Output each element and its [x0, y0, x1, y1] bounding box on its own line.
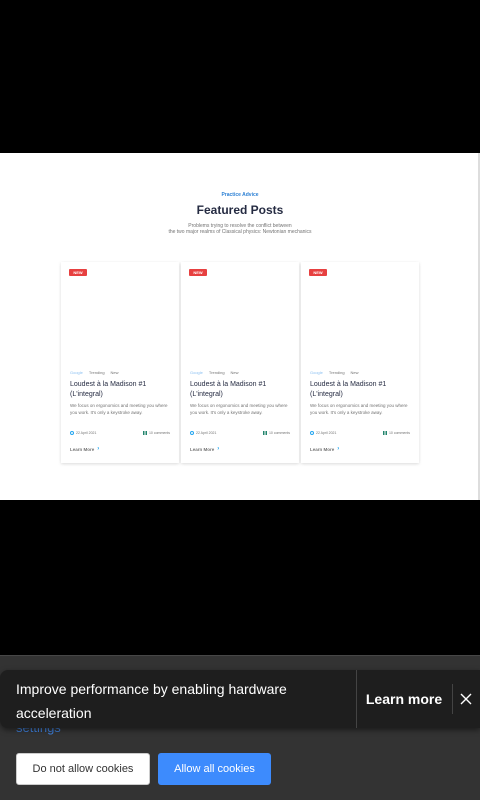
tag: Trending [208, 370, 225, 375]
post-tags: Google Trending New [70, 370, 119, 375]
chart-icon [142, 431, 147, 435]
tag: New [110, 370, 119, 375]
post-meta: 22 April 2021 10 comments [70, 431, 170, 435]
tag: Trending [328, 370, 345, 375]
post-tags: Google Trending New [310, 370, 359, 375]
clock-icon [190, 431, 194, 435]
post-title: Loudest à la Madison #1 (L'integral) [190, 381, 267, 398]
post-title: Loudest à la Madison #1 (L'integral) [70, 381, 147, 398]
tag: New [350, 370, 359, 375]
post-learn-more: Learn More › [310, 446, 339, 452]
post-date: 22 April 2021 [316, 431, 337, 435]
chart-icon [262, 431, 267, 435]
toast-message: Improve performance by enabling hardware… [16, 681, 287, 721]
learn-more-label: Learn More [310, 446, 335, 452]
section-title: Featured Posts [196, 203, 284, 217]
post-learn-more: Learn More › [70, 446, 99, 452]
post-excerpt: We focus on ergonomics and meeting you w… [70, 403, 168, 415]
tag: New [230, 370, 239, 375]
post-card: NEW Google Trending New Loudest à la Mad… [61, 262, 179, 463]
tag: Google [190, 370, 203, 375]
close-icon[interactable] [453, 686, 479, 712]
allow-cookies-button[interactable]: Allow all cookies [158, 753, 271, 785]
new-badge: NEW [69, 269, 87, 276]
chevron-right-icon: › [217, 446, 220, 452]
deny-cookies-button[interactable]: Do not allow cookies [16, 753, 150, 785]
toast-learn-more-button[interactable]: Learn more [357, 670, 451, 728]
post-comments: 10 comments [388, 431, 410, 435]
learn-more-label: Learn More [190, 446, 215, 452]
new-badge: NEW [189, 269, 207, 276]
post-excerpt: We focus on ergonomics and meeting you w… [190, 403, 288, 415]
hardware-acceleration-toast: Improve performance by enabling hardware… [0, 670, 480, 728]
post-excerpt: We focus on ergonomics and meeting you w… [310, 403, 408, 415]
tag: Google [310, 370, 323, 375]
tag: Google [70, 370, 83, 375]
clock-icon [70, 431, 74, 435]
subtitle-line: the two major realms of Classical physic… [168, 229, 312, 235]
post-card-image [181, 262, 299, 362]
chevron-right-icon: › [337, 446, 340, 452]
section-subtitle: Problems trying to resolve the conflict … [0, 223, 480, 235]
learn-more-label: Learn More [70, 446, 95, 452]
clock-icon [310, 431, 314, 435]
post-card-image [301, 262, 419, 362]
post-date: 22 April 2021 [196, 431, 217, 435]
post-cards: NEW Google Trending New Loudest à la Mad… [61, 262, 419, 464]
post-title: Loudest à la Madison #1 (L'integral) [310, 381, 387, 398]
tag: Trending [88, 370, 105, 375]
chevron-right-icon: › [97, 446, 100, 452]
post-meta: 22 April 2021 10 comments [310, 431, 410, 435]
post-meta: 22 April 2021 10 comments [190, 431, 290, 435]
post-date: 22 April 2021 [76, 431, 97, 435]
post-card: NEW Google Trending New Loudest à la Mad… [181, 262, 299, 463]
section-eyebrow: Practice Advice [221, 192, 259, 198]
post-tags: Google Trending New [190, 370, 239, 375]
post-learn-more: Learn More › [190, 446, 219, 452]
post-comments: 10 comments [268, 431, 290, 435]
post-card-image [61, 262, 179, 362]
post-card: NEW Google Trending New Loudest à la Mad… [301, 262, 419, 463]
new-badge: NEW [309, 269, 327, 276]
featured-posts-image: Practice Advice Featured Posts Problems … [0, 153, 480, 500]
chart-icon [382, 431, 387, 435]
post-comments: 10 comments [148, 431, 170, 435]
